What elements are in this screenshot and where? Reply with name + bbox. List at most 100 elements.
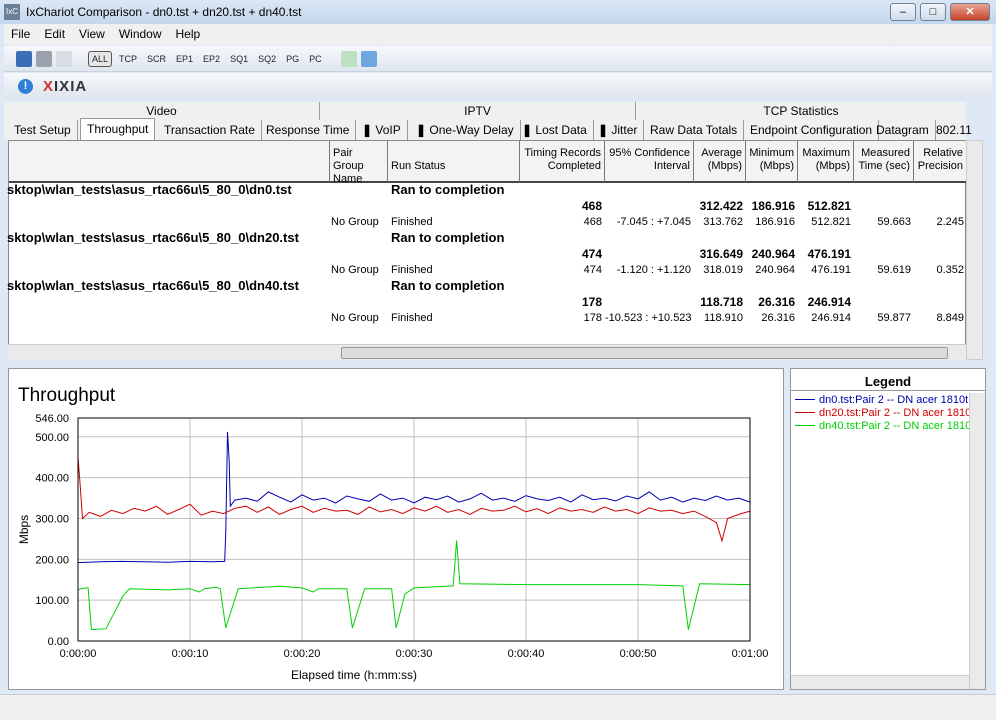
pair-group-name: No Group (331, 264, 379, 276)
test-file-path[interactable]: sktop\wlan_tests\asus_rtac66u\5_80_0\dn2… (7, 230, 299, 245)
test-file-path[interactable]: sktop\wlan_tests\asus_rtac66u\5_80_0\dn0… (7, 182, 292, 197)
print-icon[interactable] (36, 50, 52, 67)
test-records: 178 (581, 295, 602, 309)
brand-bar: ! XIXIA (4, 73, 992, 99)
test-run-status: Ran to completion (391, 278, 505, 293)
tab-group-video: Video (4, 102, 320, 120)
close-button[interactable]: ✕ (950, 3, 990, 21)
pair-max: 476.191 (811, 264, 851, 276)
window-title: IxChariot Comparison - dn0.tst + dn20.ts… (26, 5, 302, 19)
export-icon[interactable] (340, 50, 357, 67)
window-icon[interactable] (360, 50, 377, 67)
menu-window[interactable]: Window (112, 24, 169, 45)
scrollbar-thumb[interactable] (341, 347, 948, 359)
table-vertical-scrollbar[interactable] (966, 140, 983, 360)
tab-raw-data-totals[interactable]: Raw Data Totals (644, 120, 745, 140)
tab-throughput[interactable]: Throughput (80, 118, 155, 140)
filter-all[interactable]: ALL (88, 50, 113, 67)
legend-entry[interactable]: dn20.tst:Pair 2 -- DN acer 1810 (795, 406, 981, 419)
column-header-pair-group[interactable]: Pair Group Name (330, 141, 388, 185)
tab-one-way-delay[interactable]: ❚ One-Way Delay (410, 120, 521, 140)
save-icon[interactable] (16, 50, 32, 67)
tab-802-11[interactable]: 802.11 (930, 120, 978, 140)
tab-voip[interactable]: ❚ VoIP (356, 120, 408, 140)
y-tick-label: 300.00 (35, 513, 69, 525)
pair-ci: -10.523 : +10.523 (605, 312, 692, 324)
menu-file[interactable]: File (4, 24, 37, 45)
legend-line-swatch (795, 399, 815, 400)
x-tick-label: 0:00:00 (60, 648, 97, 660)
menu-view[interactable]: View (72, 24, 112, 45)
tab-label: One-Way Delay (429, 123, 514, 137)
test-min: 26.316 (758, 295, 795, 309)
pair-avg: 313.762 (703, 216, 743, 228)
test-run-status: Ran to completion (391, 230, 505, 245)
filter-scr[interactable]: SCR (144, 52, 169, 66)
y-tick-label: 500.00 (35, 432, 69, 444)
pair-max: 246.914 (811, 312, 851, 324)
column-header-run-status[interactable]: Run Status (388, 141, 520, 183)
chart-panel: Throughput 0.00 100.00 200.00 300.00 400.00 50… (8, 368, 784, 690)
legend-panel: Legend dn0.tst:Pair 2 -- DN acer 1810t dn… (790, 368, 986, 690)
legend-entry[interactable]: dn0.tst:Pair 2 -- DN acer 1810t (795, 393, 981, 406)
minimize-button[interactable]: – (890, 3, 916, 21)
pair-ci: -7.045 : +7.045 (616, 216, 691, 228)
pair-time: 59.663 (877, 216, 911, 228)
x-axis-label: Elapsed time (h:mm:ss) (291, 668, 417, 682)
filter-ep2[interactable]: EP2 (200, 52, 223, 66)
menu-help[interactable]: Help (169, 24, 208, 45)
x-tick-label: 0:00:30 (396, 648, 433, 660)
filter-pg[interactable]: PG (283, 52, 302, 66)
legend-line-swatch (795, 425, 815, 426)
y-tick-label: 400.00 (35, 473, 69, 485)
menu-edit[interactable]: Edit (37, 24, 72, 45)
throughput-chart: Throughput 0.00 100.00 200.00 300.00 400.00 50… (17, 385, 769, 682)
filter-sq1[interactable]: SQ1 (227, 52, 251, 66)
tab-endpoint-configuration[interactable]: Endpoint Configuration (744, 120, 880, 140)
legend-entry[interactable]: dn40.tst:Pair 2 -- DN acer 1810 (795, 419, 981, 432)
tab-jitter[interactable]: ❚ Jitter (592, 120, 645, 140)
tab-datagram[interactable]: Datagram (870, 120, 936, 140)
column-header-minimum[interactable]: Minimum (Mbps) (746, 141, 798, 183)
tab-label: Jitter (611, 123, 638, 137)
chart-title: Throughput (18, 385, 116, 406)
pair-ci: -1.120 : +1.120 (616, 264, 691, 276)
column-header-file (9, 141, 330, 183)
column-header-measured-time[interactable]: Measured Time (sec) (854, 141, 914, 183)
filter-ep1[interactable]: EP1 (173, 52, 196, 66)
column-header-timing-records[interactable]: Timing Records Completed (520, 141, 605, 183)
results-table: Pair Group Name Run Status Timing Record… (7, 140, 967, 360)
test-min: 186.916 (751, 199, 795, 213)
x-tick-label: 0:01:00 (732, 648, 769, 660)
column-header-confidence[interactable]: 95% Confidence Interval (605, 141, 694, 183)
info-icon[interactable]: ! (18, 78, 33, 94)
column-header-relative-precision[interactable]: Relative Precision (914, 141, 967, 183)
pair-min: 240.964 (755, 264, 795, 276)
tab-lost-data[interactable]: ❚ Lost Data (516, 120, 594, 140)
copy-icon[interactable] (56, 50, 72, 67)
x-tick-label: 0:00:10 (172, 648, 209, 660)
test-max: 512.821 (807, 199, 851, 213)
legend-vertical-scrollbar[interactable] (969, 393, 985, 689)
tab-transaction-rate[interactable]: Transaction Rate (158, 120, 262, 140)
filter-pc[interactable]: PC (306, 52, 325, 66)
phone-icon: ❚ (362, 123, 376, 137)
y-tick-label: 546.00 (35, 413, 69, 425)
column-header-maximum[interactable]: Maximum (Mbps) (798, 141, 854, 183)
column-header-average[interactable]: Average (Mbps) (694, 141, 746, 183)
menu-bar: File Edit View Window Help (4, 24, 992, 45)
filter-sq2[interactable]: SQ2 (255, 52, 279, 66)
legend-horizontal-scrollbar[interactable] (791, 675, 971, 689)
pair-avg: 118.910 (704, 312, 743, 324)
y-axis-label: Mbps (17, 515, 31, 544)
x-tick-label: 0:00:20 (284, 648, 321, 660)
filter-tcp[interactable]: TCP (116, 52, 140, 66)
pair-precision: 0.352 (936, 264, 964, 276)
test-file-path[interactable]: sktop\wlan_tests\asus_rtac66u\5_80_0\dn4… (7, 278, 299, 293)
table-horizontal-scrollbar[interactable] (8, 344, 966, 360)
phone-icon: ❚ (522, 123, 536, 137)
maximize-button[interactable]: □ (920, 3, 946, 21)
pair-group-name: No Group (331, 312, 379, 324)
tab-test-setup[interactable]: Test Setup (8, 120, 78, 140)
tab-response-time[interactable]: Response Time (260, 120, 357, 140)
